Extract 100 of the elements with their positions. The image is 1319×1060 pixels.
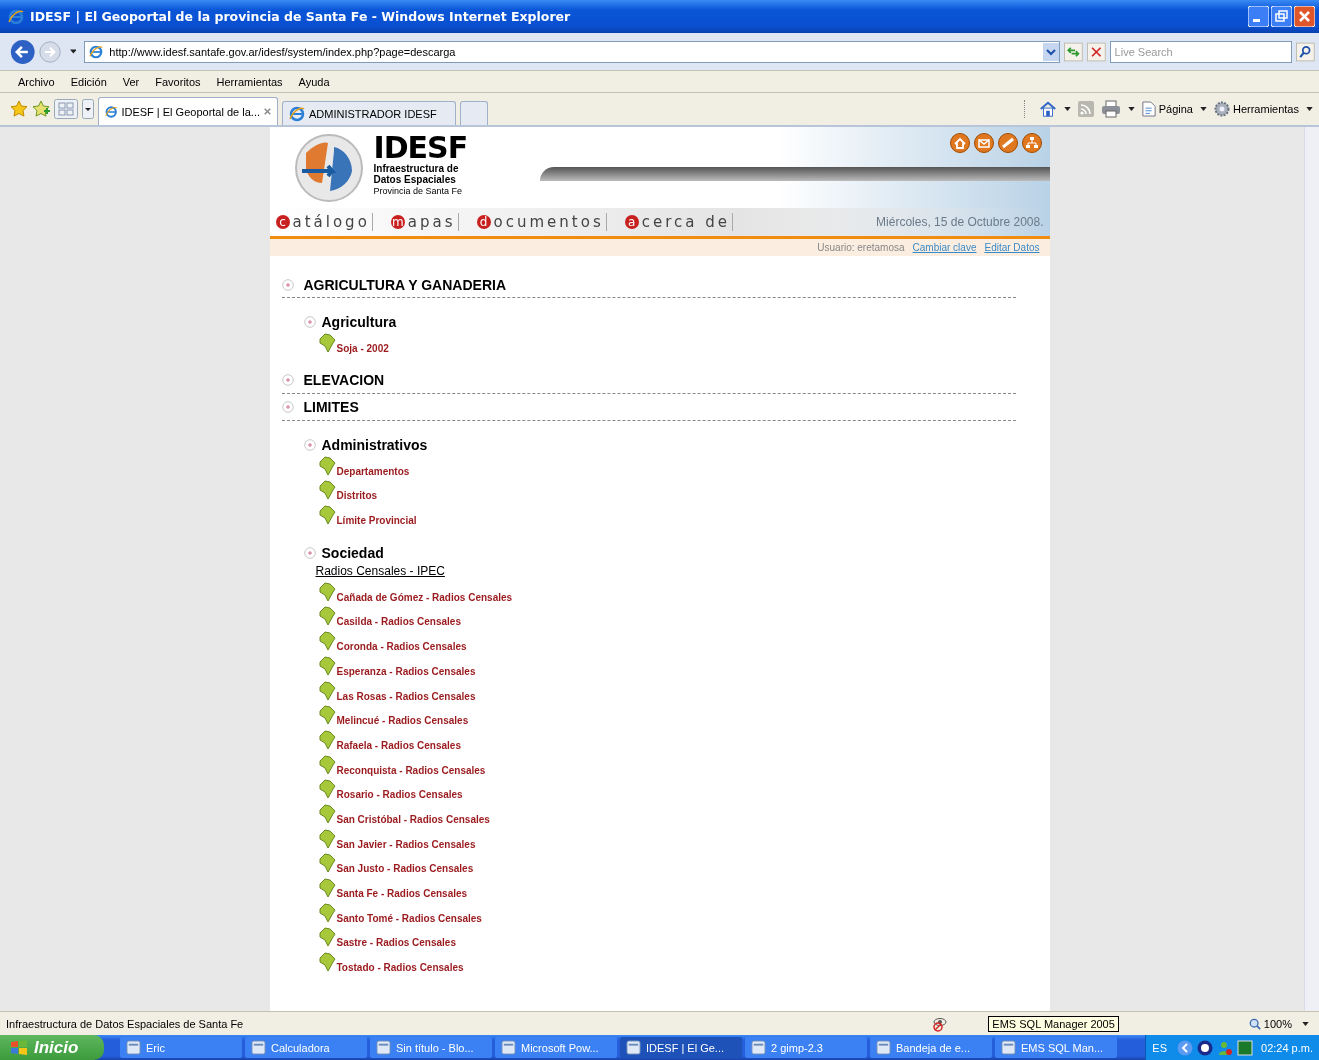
user-name: Usuario: eretamosa (817, 242, 905, 253)
caret-icon[interactable] (1306, 107, 1313, 111)
minimize-icon[interactable] (1248, 6, 1269, 27)
nav-link[interactable]: a cerca de (624, 213, 733, 232)
taskbar-button[interactable]: 2 gimp-2.3 (745, 1037, 867, 1058)
star-icon[interactable] (10, 100, 28, 118)
download-link[interactable]: Departamentos (336, 465, 410, 477)
monitor-icon[interactable] (1237, 1039, 1253, 1056)
download-link[interactable]: San Cristóbal - Radios Censales (336, 813, 490, 825)
category-heading[interactable]: AGRICULTURA Y GANADERIA (281, 272, 1016, 298)
download-link[interactable]: Coronda - Radios Censales (336, 641, 467, 653)
pencil-icon[interactable] (997, 133, 1018, 153)
restore-icon[interactable] (1271, 6, 1292, 27)
taskbar-button[interactable]: Microsoft Pow... (495, 1037, 617, 1058)
browser-tab[interactable]: IDESF | El Geoportal de la... (98, 97, 278, 125)
refresh-icon[interactable] (1064, 40, 1083, 63)
stop-icon[interactable] (1086, 40, 1106, 63)
dropdown-caret-icon[interactable] (69, 49, 77, 54)
app-icon (376, 1040, 391, 1055)
menu-item[interactable]: Herramientas (216, 75, 283, 88)
ie-page-icon (105, 103, 118, 120)
add-favorite-icon[interactable] (32, 100, 50, 118)
search-icon[interactable] (1296, 40, 1315, 63)
expand-icon[interactable] (281, 401, 294, 414)
group-heading[interactable]: Agricultura (303, 311, 1030, 333)
tools-menu-button[interactable]: Herramientas (1213, 101, 1299, 117)
expand-icon[interactable] (281, 278, 294, 291)
group-heading[interactable]: Administrativos (303, 433, 1030, 456)
group-link[interactable]: Radios Censales - IPEC (315, 563, 1030, 582)
app-icon (1001, 1040, 1016, 1055)
ie-page-icon (289, 105, 305, 122)
caret-icon[interactable] (1199, 107, 1207, 111)
privacy-icon (932, 1015, 949, 1032)
app-icon (251, 1040, 266, 1055)
download-link[interactable]: Las Rosas - Radios Censales (336, 690, 476, 702)
dropdown-icon[interactable] (1043, 42, 1060, 61)
menu-item[interactable]: Favoritos (155, 75, 201, 88)
caret-icon[interactable] (1302, 1021, 1309, 1026)
chevron-icon[interactable] (1177, 1039, 1193, 1056)
taskbar-button[interactable]: Sin título - Blo... (370, 1037, 492, 1058)
tab-list-icon[interactable] (82, 99, 94, 119)
download-link[interactable]: Distritos (336, 490, 378, 502)
expand-icon[interactable] (303, 316, 316, 328)
expand-icon[interactable] (281, 374, 294, 387)
date-text: Miércoles, 15 de Octubre 2008. (876, 215, 1044, 230)
search-field[interactable]: Live Search (1109, 40, 1293, 63)
map-icon (317, 705, 337, 726)
expand-icon[interactable] (303, 438, 316, 451)
menu-item[interactable]: Edición (70, 75, 107, 88)
download-link[interactable]: Santa Fe - Radios Censales (336, 888, 468, 899)
group-heading[interactable]: Sociedad (303, 541, 1030, 564)
printer-icon[interactable] (1100, 100, 1121, 118)
browser-tab[interactable]: ADMINISTRADOR IDESF (282, 101, 456, 125)
tray-app-icon[interactable] (1197, 1039, 1213, 1056)
category-heading[interactable]: LIMITES (281, 394, 1016, 421)
address-field[interactable]: http://www.idesf.santafe.gov.ar/idesf/system/index.php?page=descarga (84, 40, 1061, 63)
scrollbar[interactable] (1304, 127, 1319, 1011)
taskbar-button[interactable]: EMS SQL Man... (995, 1037, 1117, 1058)
home-icon[interactable] (949, 133, 970, 153)
download-link[interactable]: Rafaela - Radios Censales (336, 739, 461, 751)
download-link[interactable]: Soja - 2002 (336, 343, 389, 354)
menu-item[interactable]: Archivo (18, 75, 55, 88)
nav-link[interactable]: c atálogo (275, 213, 373, 232)
taskbar-button[interactable]: Bandeja de e... (870, 1037, 992, 1058)
map-icon (317, 680, 337, 701)
taskbar-button[interactable]: Calculadora (245, 1037, 367, 1058)
logo-caption: Provincia de Santa Fe (373, 185, 464, 197)
language-indicator[interactable]: ES (1152, 1041, 1167, 1054)
windows-flag-icon (10, 1038, 28, 1057)
download-link[interactable]: Rosario - Radios Censales (336, 789, 463, 801)
download-link[interactable]: Límite Provincial (336, 515, 417, 527)
feed-icon[interactable] (1077, 101, 1094, 117)
taskbar-button[interactable]: Eric (120, 1037, 242, 1058)
menu-item[interactable]: Ayuda (298, 75, 330, 88)
menu-item[interactable]: Ver (122, 75, 140, 88)
mail-icon[interactable] (973, 133, 994, 153)
expand-icon[interactable] (303, 546, 316, 559)
app-icon (751, 1040, 766, 1055)
close-tab-icon[interactable] (264, 107, 271, 116)
download-link[interactable]: San Justo - Radios Censales (336, 863, 474, 875)
download-link[interactable]: Reconquista - Radios Censales (336, 764, 486, 776)
download-link[interactable]: Esperanza - Radios Censales (336, 665, 476, 677)
download-link[interactable]: Santo Tomé - Radios Censales (336, 912, 482, 924)
sitemap-icon[interactable] (1021, 133, 1042, 153)
page-menu-button[interactable]: Página (1141, 101, 1193, 117)
download-link[interactable]: Casilda - Radios Censales (336, 616, 461, 628)
nav-link[interactable]: m apas (390, 213, 459, 232)
close-icon[interactable] (1294, 6, 1315, 27)
download-link[interactable]: Sastre - Radios Censales (336, 937, 456, 949)
nav-link[interactable]: d ocumentos (476, 213, 607, 232)
caret-icon[interactable] (1127, 107, 1135, 111)
download-link[interactable]: Cañada de Gómez - Radios Censales (336, 591, 513, 603)
category-heading[interactable]: ELEVACION (281, 367, 1016, 394)
taskbar-button[interactable]: IDESF | El Ge... (620, 1037, 742, 1058)
download-link[interactable]: Tostado - Radios Censales (336, 962, 464, 974)
zoom-button[interactable]: 100% (1248, 1017, 1292, 1030)
download-link[interactable]: San Javier - Radios Censales (336, 838, 476, 850)
caret-icon[interactable] (1063, 107, 1071, 111)
home-icon[interactable] (1038, 100, 1057, 118)
download-link[interactable]: Melincué - Radios Censales (336, 715, 469, 727)
